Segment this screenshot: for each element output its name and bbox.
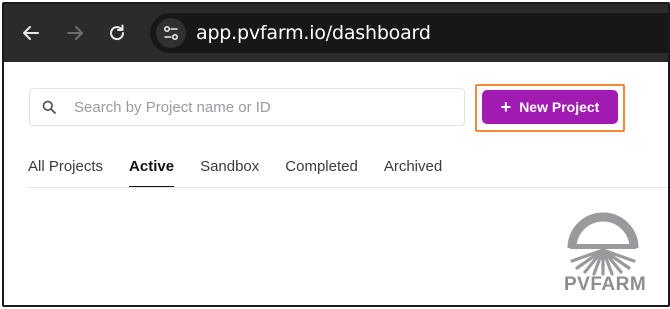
new-project-button[interactable]: + New Project <box>482 90 618 124</box>
tab-completed[interactable]: Completed <box>285 158 358 188</box>
plus-icon: + <box>500 97 512 117</box>
brand-name: PVFARM <box>564 274 647 295</box>
app-frame: app.pvfarm.io/dashboard + New Project Al… <box>2 2 670 307</box>
dashboard-page: + New Project All Projects Active Sandbo… <box>4 62 668 305</box>
tab-all-projects[interactable]: All Projects <box>28 158 103 188</box>
back-button[interactable] <box>19 21 43 45</box>
search-box[interactable] <box>29 88 465 126</box>
browser-toolbar: app.pvfarm.io/dashboard <box>4 4 668 62</box>
site-settings-button[interactable] <box>156 18 186 48</box>
search-icon <box>42 100 56 114</box>
reload-button[interactable] <box>105 21 129 45</box>
tab-archived[interactable]: Archived <box>384 158 442 188</box>
reload-icon <box>110 24 125 41</box>
forward-button[interactable] <box>63 21 87 45</box>
new-project-label: New Project <box>519 99 600 115</box>
search-input[interactable] <box>72 95 456 119</box>
url-text: app.pvfarm.io/dashboard <box>196 22 431 44</box>
tab-sandbox[interactable]: Sandbox <box>200 158 259 188</box>
address-bar[interactable]: app.pvfarm.io/dashboard <box>150 13 668 53</box>
project-tabs: All Projects Active Sandbox Completed Ar… <box>28 158 468 188</box>
tab-active[interactable]: Active <box>129 158 175 188</box>
tabs-divider <box>28 187 668 188</box>
forward-arrow-icon <box>67 26 83 40</box>
back-arrow-icon <box>23 26 39 40</box>
site-settings-icon <box>163 25 179 41</box>
